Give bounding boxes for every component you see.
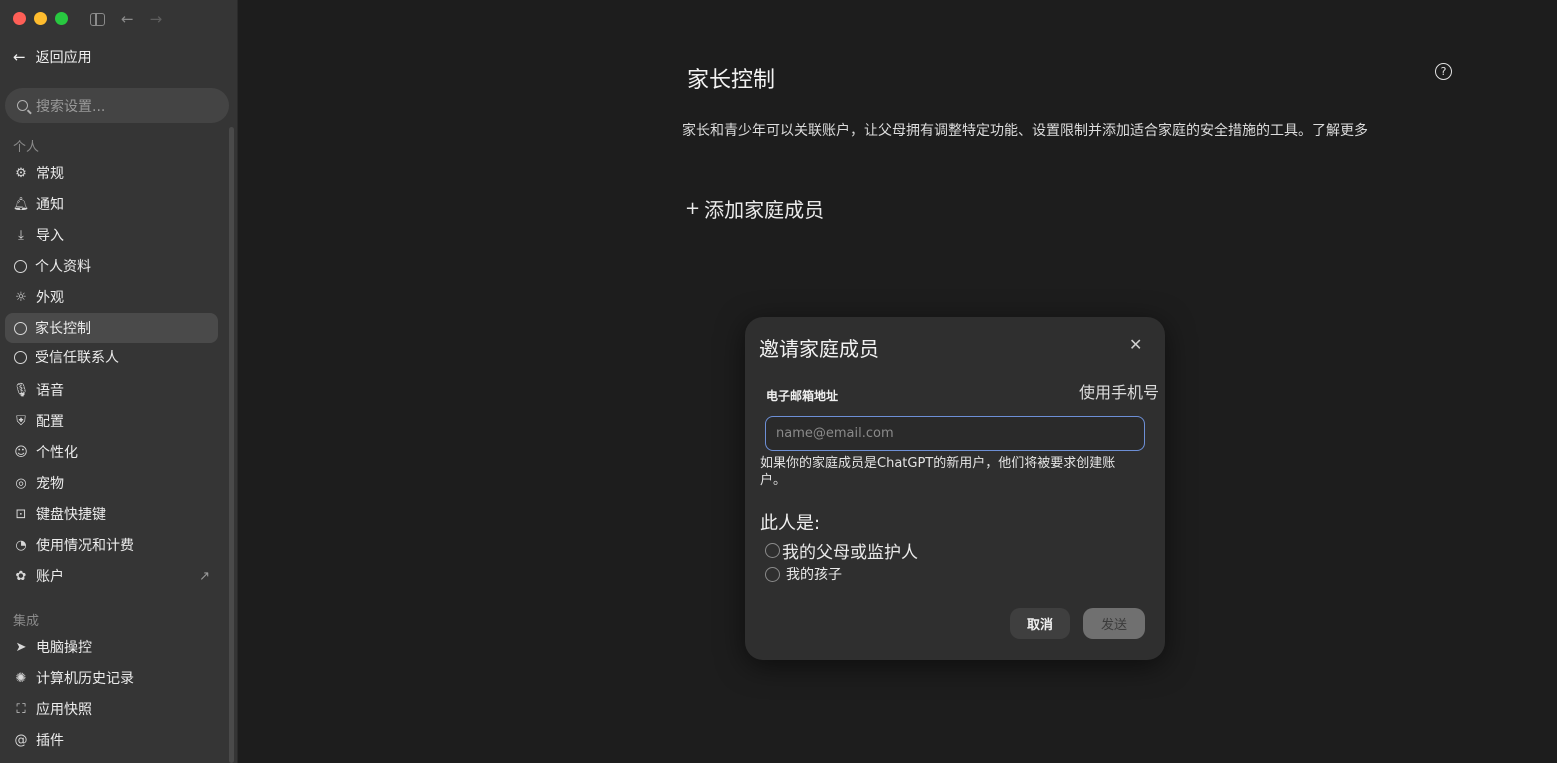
settings-sidebar: ← → ← 返回应用 搜索设置... 个人 ⚙ 常规 🔔︎ 通知 ⤓ 导入 个人… <box>0 0 238 763</box>
gear-icon: ⚙ <box>15 165 27 181</box>
search-placeholder: 搜索设置... <box>36 98 106 115</box>
forward-arrow-icon[interactable]: → <box>150 10 163 28</box>
profile-icon <box>14 350 27 364</box>
radio-option-child[interactable]: 我的孩子 <box>765 564 842 584</box>
add-family-member-button[interactable]: + 添加家庭成员 <box>685 194 824 223</box>
cancel-button[interactable]: 取消 <box>1010 608 1070 639</box>
plus-icon: + <box>685 198 701 219</box>
sidebar-item-general[interactable]: ⚙ 常规 <box>5 158 218 188</box>
relationship-label: 此人是: <box>760 513 821 534</box>
help-icon[interactable]: ? <box>1435 63 1452 80</box>
sidebar-item-profile[interactable]: 个人资料 <box>5 251 218 281</box>
sidebar-item-app-snapshots[interactable]: ⛶ 应用快照 <box>5 694 218 724</box>
sidebar-item-usage-billing[interactable]: ◔ 使用情况和计费 <box>5 530 218 560</box>
sidebar-item-label: 电脑操控 <box>36 640 92 656</box>
sidebar-item-label: 个人资料 <box>35 259 91 275</box>
sidebar-item-label: 账户 <box>36 569 64 585</box>
use-phone-link[interactable]: 使用手机号 <box>1079 379 1159 403</box>
page-title: 家长控制 <box>687 68 776 93</box>
invite-family-member-dialog: 邀请家庭成员 ✕ 电子邮箱地址 使用手机号 如果你的家庭成员是ChatGPT的新… <box>745 317 1165 660</box>
section-label-integrations: 集成 <box>13 614 40 629</box>
gauge-icon: ◔ <box>15 537 27 553</box>
back-arrow-icon: ← <box>13 48 26 66</box>
sidebar-item-account[interactable]: ✿ 账户 ↗ <box>5 561 218 591</box>
download-icon: ⤓ <box>18 227 24 243</box>
sidebar-item-label: 应用快照 <box>36 702 92 718</box>
external-link-icon: ↗ <box>199 568 210 584</box>
radio-button[interactable] <box>765 566 780 582</box>
radio-option-parent[interactable]: 我的父母或监护人 <box>765 538 918 563</box>
openai-icon: ✿ <box>15 568 27 584</box>
frame-icon: ⛶ <box>16 701 26 717</box>
bell-icon: 🔔︎ <box>12 196 30 212</box>
profile-icon <box>14 259 27 273</box>
settings-search[interactable]: 搜索设置... <box>5 88 229 123</box>
sidebar-item-personalization[interactable]: ☺ 个性化 <box>5 437 218 467</box>
sidebar-toggle-icon[interactable] <box>90 12 105 26</box>
close-window-button[interactable] <box>13 12 26 25</box>
section-label-personal: 个人 <box>13 140 40 155</box>
sidebar-item-label: 宠物 <box>36 476 64 492</box>
sidebar-item-label: 插件 <box>36 733 64 749</box>
window-controls <box>13 12 68 25</box>
egg-icon: ◎ <box>15 475 27 491</box>
sidebar-item-appearance[interactable]: ☼ 外观 <box>5 282 218 312</box>
app-window: ← → ← 返回应用 搜索设置... 个人 ⚙ 常规 🔔︎ 通知 ⤓ 导入 个人… <box>0 0 1557 763</box>
sidebar-item-label: 语音 <box>36 383 64 399</box>
keyboard-icon: ⊡ <box>15 506 27 522</box>
search-icon <box>17 100 28 111</box>
sidebar-item-notifications[interactable]: 🔔︎ 通知 <box>5 189 218 219</box>
send-button[interactable]: 发送 <box>1083 608 1145 639</box>
sidebar-item-label: 键盘快捷键 <box>36 507 106 523</box>
sidebar-scrollbar[interactable] <box>229 127 234 763</box>
back-to-app-button[interactable]: ← 返回应用 <box>13 47 92 67</box>
sidebar-item-label: 通知 <box>36 197 64 213</box>
maximize-window-button[interactable] <box>55 12 68 25</box>
window-toolbar: ← → <box>90 10 162 28</box>
dialog-title: 邀请家庭成员 <box>759 337 879 361</box>
sidebar-item-label: 使用情况和计费 <box>36 538 134 554</box>
sidebar-item-label: 计算机历史记录 <box>36 671 134 687</box>
sidebar-item-computer-history[interactable]: ✺ 计算机历史记录 <box>5 663 218 693</box>
back-to-app-label: 返回应用 <box>35 50 92 66</box>
shield-icon: ⛨ <box>16 413 26 429</box>
sidebar-item-label: 导入 <box>36 228 64 244</box>
radio-option-label: 我的孩子 <box>786 567 842 583</box>
sidebar-item-computer-control[interactable]: ➤ 电脑操控 <box>5 632 218 662</box>
sidebar-item-label: 配置 <box>36 414 64 430</box>
radio-button[interactable] <box>765 543 780 558</box>
sidebar-item-plugins[interactable]: @ 插件 <box>5 725 218 755</box>
sun-icon: ☼ <box>15 289 27 305</box>
sidebar-item-parental-controls[interactable]: 家长控制 <box>5 313 218 343</box>
back-arrow-icon[interactable]: ← <box>121 10 134 28</box>
sidebar-item-trusted-contacts[interactable]: 受信任联系人 <box>5 342 218 372</box>
smile-icon: ☺ <box>14 444 28 460</box>
add-family-member-label: 添加家庭成员 <box>704 198 825 222</box>
sidebar-item-config[interactable]: ⛨ 配置 <box>5 406 218 436</box>
sparkle-icon: ✺ <box>15 670 27 686</box>
sidebar-item-label: 受信任联系人 <box>35 350 119 366</box>
minimize-window-button[interactable] <box>34 12 47 25</box>
at-icon: @ <box>14 732 28 748</box>
sidebar-item-label: 家长控制 <box>35 321 91 337</box>
profile-icon <box>14 321 27 335</box>
sidebar-item-label: 常规 <box>36 166 64 182</box>
mic-icon: 🎙︎ <box>12 382 30 398</box>
sidebar-item-label: 外观 <box>36 290 64 306</box>
radio-option-label: 我的父母或监护人 <box>782 543 918 563</box>
email-label: 电子邮箱地址 <box>766 389 839 403</box>
sidebar-item-pets[interactable]: ◎ 宠物 <box>5 468 218 498</box>
sidebar-item-import[interactable]: ⤓ 导入 <box>5 220 218 250</box>
email-field[interactable] <box>765 416 1145 451</box>
sidebar-item-label: 个性化 <box>36 445 78 461</box>
page-description: 家长和青少年可以关联账户，让父母拥有调整特定功能、设置限制并添加适合家庭的安全措… <box>682 123 1368 139</box>
cursor-icon: ➤ <box>15 639 27 655</box>
sidebar-item-keyboard-shortcuts[interactable]: ⊡ 键盘快捷键 <box>5 499 218 529</box>
sidebar-item-voice[interactable]: 🎙︎ 语音 <box>5 375 218 405</box>
new-user-hint: 如果你的家庭成员是ChatGPT的新用户，他们将被要求创建账户。 <box>760 456 1116 488</box>
close-icon[interactable]: ✕ <box>1129 335 1142 354</box>
